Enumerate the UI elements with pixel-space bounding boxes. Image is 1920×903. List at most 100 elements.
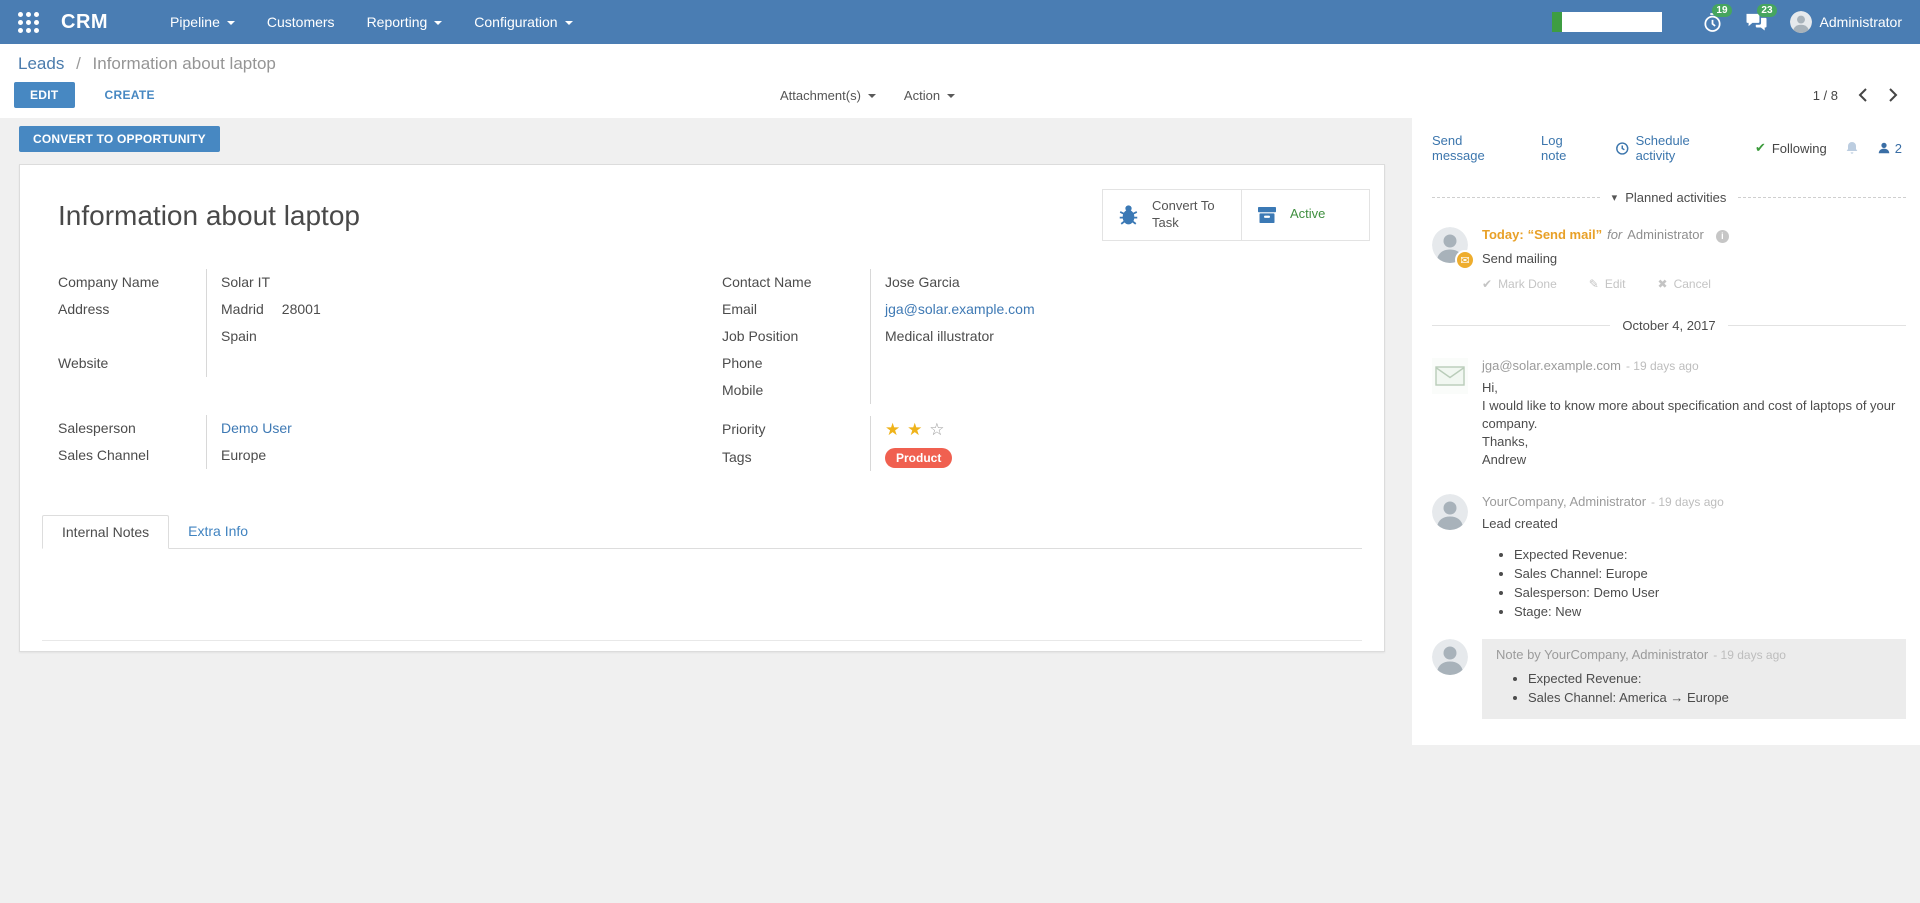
edit-button[interactable]: EDIT	[14, 82, 75, 108]
main-menu: Pipeline Customers Reporting Configurati…	[170, 14, 573, 30]
bell-icon[interactable]	[1844, 140, 1860, 156]
schedule-activity-label: Schedule activity	[1636, 133, 1730, 163]
message-author[interactable]: jga@solar.example.com	[1482, 358, 1621, 373]
menu-reporting-label: Reporting	[367, 14, 428, 30]
person-icon	[1877, 141, 1891, 155]
convert-to-opportunity-button[interactable]: CONVERT TO OPPORTUNITY	[19, 126, 220, 152]
control-panel: Leads / Information about laptop EDIT CR…	[0, 44, 1920, 118]
field-value: Spain	[206, 323, 670, 350]
internal-notes-content[interactable]	[42, 549, 1362, 641]
field-row-mobile: Mobile	[722, 377, 1362, 404]
priority-stars	[870, 416, 1362, 444]
chatter-panel: Send message Log note Schedule activity …	[1412, 118, 1920, 745]
field-value: Demo User	[206, 415, 670, 442]
messages-badge: 23	[1757, 4, 1776, 17]
progress-fill	[1552, 12, 1562, 32]
chevron-down-icon	[868, 94, 876, 98]
chatter-toolbar: Send message Log note Schedule activity …	[1432, 133, 1906, 163]
tab-extra-info[interactable]: Extra Info	[169, 515, 267, 548]
field-value: Jose Garcia	[870, 269, 1362, 296]
field-label: Email	[722, 296, 870, 323]
tab-internal-notes[interactable]: Internal Notes	[42, 515, 169, 549]
breadcrumb-leads[interactable]: Leads	[18, 54, 64, 73]
active-toggle-button[interactable]: Active	[1241, 190, 1369, 240]
field-label: Company Name	[58, 269, 206, 296]
email-link[interactable]: jga@solar.example.com	[885, 301, 1035, 317]
following-button[interactable]: Following	[1755, 140, 1827, 156]
menu-configuration-label: Configuration	[474, 14, 557, 30]
menu-configuration[interactable]: Configuration	[474, 14, 572, 30]
salesperson-link[interactable]: Demo User	[221, 420, 292, 436]
attachments-dropdown[interactable]: Attachment(s)	[780, 88, 876, 103]
app-title[interactable]: CRM	[61, 11, 108, 34]
field-row-salesperson: Salesperson Demo User	[58, 415, 670, 442]
bug-icon	[1116, 202, 1141, 227]
menu-pipeline[interactable]: Pipeline	[170, 14, 235, 30]
breadcrumb-separator: /	[76, 54, 81, 73]
create-button[interactable]: CREATE	[99, 87, 161, 103]
log-note-button[interactable]: Log note	[1541, 133, 1590, 163]
info-icon[interactable]: i	[1716, 230, 1729, 243]
field-grid: Company Name Solar IT Address Madrid2800…	[42, 269, 1362, 471]
field-row-country: Spain	[58, 323, 670, 350]
activity-tools: Mark Done Edit Cancel	[1482, 277, 1729, 291]
field-label: Tags	[722, 444, 870, 471]
user-name: Administrator	[1820, 14, 1902, 30]
field-row-phone: Phone	[722, 350, 1362, 377]
tag-product[interactable]: Product	[885, 448, 952, 468]
mark-done-button[interactable]: Mark Done	[1482, 277, 1557, 291]
star-icon[interactable]	[929, 420, 944, 439]
chevron-down-icon	[565, 21, 573, 25]
message-author[interactable]: Note by YourCompany, Administrator	[1496, 647, 1708, 662]
message-text: Lead created	[1482, 515, 1900, 533]
pager-value[interactable]: 1 / 8	[1813, 88, 1838, 103]
send-message-button[interactable]: Send message	[1432, 133, 1516, 163]
activity-item: Today:“Send mail”forAdministratori Send …	[1432, 227, 1906, 291]
check-icon	[1482, 277, 1492, 291]
field-group: Company Name Solar IT Address Madrid2800…	[58, 269, 670, 377]
message-body: YourCompany, Administrator- 19 days ago …	[1482, 494, 1906, 621]
avatar	[1432, 639, 1468, 675]
schedule-activity-button[interactable]: Schedule activity	[1615, 133, 1730, 163]
field-column-right: Contact Name Jose Garcia Email jga@solar…	[722, 269, 1362, 471]
cancel-activity-button[interactable]: Cancel	[1658, 277, 1711, 291]
chevron-down-icon	[227, 21, 235, 25]
envelope-avatar-icon	[1432, 358, 1468, 394]
messages-icon[interactable]: 23	[1745, 12, 1768, 32]
pager-next-button[interactable]	[1889, 88, 1898, 102]
menu-reporting[interactable]: Reporting	[367, 14, 443, 30]
chevron-down-icon	[947, 94, 955, 98]
systray-progress-bar[interactable]	[1552, 12, 1662, 32]
field-value: Solar IT	[206, 269, 670, 296]
action-dropdown[interactable]: Action	[904, 88, 955, 103]
field-row-company: Company Name Solar IT	[58, 269, 670, 296]
active-label: Active	[1290, 206, 1325, 223]
mail-activity-badge-icon	[1455, 250, 1475, 270]
message-header: Note by YourCompany, Administrator- 19 d…	[1496, 647, 1892, 662]
pager-previous-button[interactable]	[1858, 88, 1867, 102]
note-box: Note by YourCompany, Administrator- 19 d…	[1482, 639, 1906, 719]
archive-icon	[1255, 203, 1279, 227]
field-row-website: Website	[58, 350, 670, 377]
menu-customers-label: Customers	[267, 14, 335, 30]
activities-icon[interactable]: 19	[1702, 12, 1723, 33]
chevron-right-icon	[1889, 88, 1898, 102]
form-sheet: Convert To Task Active Information about…	[19, 164, 1385, 652]
star-icon[interactable]	[885, 420, 900, 439]
menu-customers[interactable]: Customers	[267, 14, 335, 30]
notebook-tabs: Internal Notes Extra Info	[42, 515, 1362, 549]
convert-to-task-button[interactable]: Convert To Task	[1103, 190, 1241, 240]
followers-button[interactable]: 2	[1877, 141, 1902, 156]
message-time: - 19 days ago	[1651, 495, 1724, 509]
edit-activity-button[interactable]: Edit	[1589, 277, 1626, 291]
menu-pipeline-label: Pipeline	[170, 14, 220, 30]
field-row-sales-channel: Sales Channel Europe	[58, 442, 670, 469]
star-icon[interactable]	[907, 420, 922, 439]
apps-menu-icon[interactable]	[18, 12, 39, 33]
message-author[interactable]: YourCompany, Administrator	[1482, 494, 1646, 509]
collapse-caret-icon[interactable]	[1612, 191, 1618, 204]
user-menu[interactable]: Administrator	[1790, 11, 1902, 33]
field-value: Madrid28001	[206, 296, 670, 323]
control-panel-dropdowns: Attachment(s) Action	[780, 88, 955, 103]
field-value: jga@solar.example.com	[870, 296, 1362, 323]
